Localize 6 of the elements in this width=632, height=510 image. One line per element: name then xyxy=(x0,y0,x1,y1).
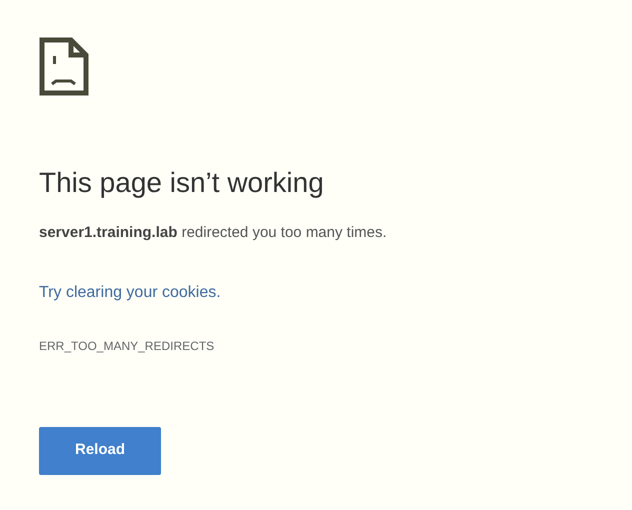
error-message: server1.training.lab redirected you too many times. xyxy=(39,223,388,243)
page-heading: This page isn’t working xyxy=(39,166,325,200)
error-code: ERR_TOO_MANY_REDIRECTS xyxy=(39,338,216,354)
reload-button[interactable]: Reload xyxy=(39,426,161,474)
clear-cookies-link[interactable]: Try clearing your cookies. xyxy=(39,280,221,304)
sad-page-icon xyxy=(39,37,89,96)
